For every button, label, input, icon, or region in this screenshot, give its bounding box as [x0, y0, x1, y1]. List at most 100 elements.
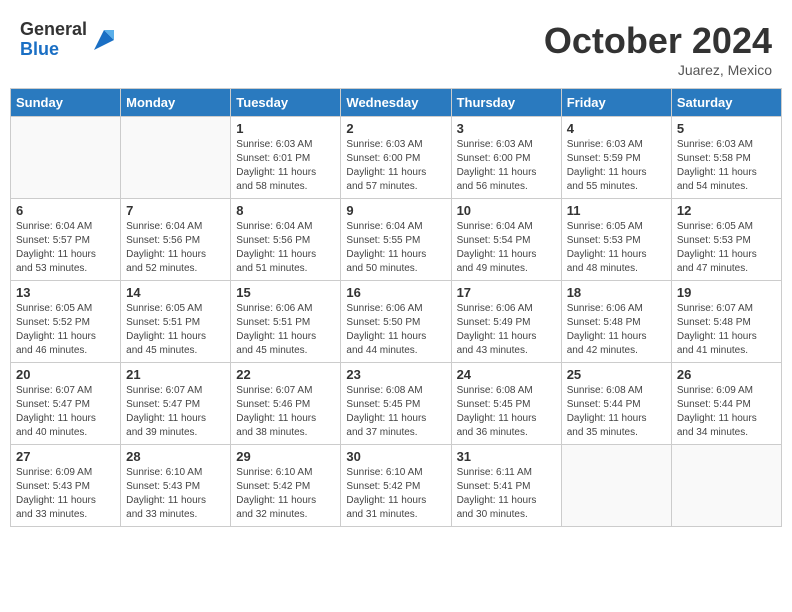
calendar-day: 14 Sunrise: 6:05 AM Sunset: 5:51 PM Dayli… — [121, 281, 231, 363]
day-number: 5 — [677, 121, 776, 136]
calendar-day: 2 Sunrise: 6:03 AM Sunset: 6:00 PM Daylig… — [341, 117, 451, 199]
calendar-day: 5 Sunrise: 6:03 AM Sunset: 5:58 PM Daylig… — [671, 117, 781, 199]
day-number: 8 — [236, 203, 335, 218]
calendar-day: 22 Sunrise: 6:07 AM Sunset: 5:46 PM Dayli… — [231, 363, 341, 445]
calendar-day: 16 Sunrise: 6:06 AM Sunset: 5:50 PM Dayli… — [341, 281, 451, 363]
day-info: Sunrise: 6:07 AM Sunset: 5:48 PM Dayligh… — [677, 302, 776, 358]
day-header-friday: Friday — [561, 89, 671, 117]
calendar-day: 7 Sunrise: 6:04 AM Sunset: 5:56 PM Daylig… — [121, 199, 231, 281]
day-number: 2 — [346, 121, 445, 136]
day-number: 19 — [677, 285, 776, 300]
day-number: 22 — [236, 367, 335, 382]
day-header-saturday: Saturday — [671, 89, 781, 117]
day-info: Sunrise: 6:06 AM Sunset: 5:51 PM Dayligh… — [236, 302, 335, 358]
day-info: Sunrise: 6:05 AM Sunset: 5:53 PM Dayligh… — [567, 220, 666, 276]
calendar-week-3: 13 Sunrise: 6:05 AM Sunset: 5:52 PM Dayli… — [11, 281, 782, 363]
calendar-day: 6 Sunrise: 6:04 AM Sunset: 5:57 PM Daylig… — [11, 199, 121, 281]
day-number: 10 — [457, 203, 556, 218]
day-number: 29 — [236, 449, 335, 464]
day-info: Sunrise: 6:10 AM Sunset: 5:42 PM Dayligh… — [236, 466, 335, 522]
logo: General Blue — [20, 20, 119, 60]
day-info: Sunrise: 6:07 AM Sunset: 5:46 PM Dayligh… — [236, 384, 335, 440]
day-info: Sunrise: 6:07 AM Sunset: 5:47 PM Dayligh… — [126, 384, 225, 440]
day-header-sunday: Sunday — [11, 89, 121, 117]
day-info: Sunrise: 6:06 AM Sunset: 5:50 PM Dayligh… — [346, 302, 445, 358]
day-info: Sunrise: 6:05 AM Sunset: 5:52 PM Dayligh… — [16, 302, 115, 358]
day-number: 16 — [346, 285, 445, 300]
header-row: SundayMondayTuesdayWednesdayThursdayFrid… — [11, 89, 782, 117]
day-info: Sunrise: 6:09 AM Sunset: 5:43 PM Dayligh… — [16, 466, 115, 522]
day-number: 20 — [16, 367, 115, 382]
page-header: General Blue October 2024 Juarez, Mexico — [10, 10, 782, 83]
calendar-day: 8 Sunrise: 6:04 AM Sunset: 5:56 PM Daylig… — [231, 199, 341, 281]
calendar-week-2: 6 Sunrise: 6:04 AM Sunset: 5:57 PM Daylig… — [11, 199, 782, 281]
day-info: Sunrise: 6:03 AM Sunset: 5:58 PM Dayligh… — [677, 138, 776, 194]
calendar-day — [671, 445, 781, 527]
calendar-day — [561, 445, 671, 527]
calendar-day: 10 Sunrise: 6:04 AM Sunset: 5:54 PM Dayli… — [451, 199, 561, 281]
day-number: 30 — [346, 449, 445, 464]
day-number: 12 — [677, 203, 776, 218]
day-number: 14 — [126, 285, 225, 300]
calendar-day: 12 Sunrise: 6:05 AM Sunset: 5:53 PM Dayli… — [671, 199, 781, 281]
day-info: Sunrise: 6:11 AM Sunset: 5:41 PM Dayligh… — [457, 466, 556, 522]
day-info: Sunrise: 6:04 AM Sunset: 5:54 PM Dayligh… — [457, 220, 556, 276]
calendar-day: 27 Sunrise: 6:09 AM Sunset: 5:43 PM Dayli… — [11, 445, 121, 527]
calendar-day: 17Sunrise: 6:06 AM Sunset: 5:49 PM Dayli… — [451, 281, 561, 363]
calendar-day: 19 Sunrise: 6:07 AM Sunset: 5:48 PM Dayli… — [671, 281, 781, 363]
calendar-day — [121, 117, 231, 199]
day-info: Sunrise: 6:04 AM Sunset: 5:55 PM Dayligh… — [346, 220, 445, 276]
month-title: October 2024 — [544, 20, 772, 62]
day-info: Sunrise: 6:10 AM Sunset: 5:42 PM Dayligh… — [346, 466, 445, 522]
day-header-wednesday: Wednesday — [341, 89, 451, 117]
day-number: 23 — [346, 367, 445, 382]
calendar-day: 24 Sunrise: 6:08 AM Sunset: 5:45 PM Dayli… — [451, 363, 561, 445]
calendar-day — [11, 117, 121, 199]
day-number: 27 — [16, 449, 115, 464]
day-info: Sunrise: 6:04 AM Sunset: 5:56 PM Dayligh… — [236, 220, 335, 276]
day-number: 13 — [16, 285, 115, 300]
day-number: 6 — [16, 203, 115, 218]
day-info: Sunrise: 6:08 AM Sunset: 5:45 PM Dayligh… — [457, 384, 556, 440]
calendar-day: 31 Sunrise: 6:11 AM Sunset: 5:41 PM Dayli… — [451, 445, 561, 527]
day-info: Sunrise: 6:06 AM Sunset: 5:48 PM Dayligh… — [567, 302, 666, 358]
day-number: 31 — [457, 449, 556, 464]
calendar-day: 3Sunrise: 6:03 AM Sunset: 6:00 PM Daylig… — [451, 117, 561, 199]
day-info: Sunrise: 6:04 AM Sunset: 5:56 PM Dayligh… — [126, 220, 225, 276]
title-section: October 2024 Juarez, Mexico — [544, 20, 772, 78]
day-number: 7 — [126, 203, 225, 218]
day-number: 26 — [677, 367, 776, 382]
calendar-day: 26Sunrise: 6:09 AM Sunset: 5:44 PM Dayli… — [671, 363, 781, 445]
calendar-day: 13 Sunrise: 6:05 AM Sunset: 5:52 PM Dayli… — [11, 281, 121, 363]
day-header-monday: Monday — [121, 89, 231, 117]
calendar-day: 18Sunrise: 6:06 AM Sunset: 5:48 PM Dayli… — [561, 281, 671, 363]
day-header-tuesday: Tuesday — [231, 89, 341, 117]
day-info: Sunrise: 6:05 AM Sunset: 5:53 PM Dayligh… — [677, 220, 776, 276]
logo-icon — [89, 25, 119, 55]
day-number: 24 — [457, 367, 556, 382]
calendar-day: 1Sunrise: 6:03 AM Sunset: 6:01 PM Daylig… — [231, 117, 341, 199]
day-info: Sunrise: 6:10 AM Sunset: 5:43 PM Dayligh… — [126, 466, 225, 522]
calendar-day: 9 Sunrise: 6:04 AM Sunset: 5:55 PM Daylig… — [341, 199, 451, 281]
day-info: Sunrise: 6:03 AM Sunset: 6:00 PM Dayligh… — [457, 138, 556, 194]
day-info: Sunrise: 6:03 AM Sunset: 6:00 PM Dayligh… — [346, 138, 445, 194]
day-info: Sunrise: 6:05 AM Sunset: 5:51 PM Dayligh… — [126, 302, 225, 358]
calendar-day: 23 Sunrise: 6:08 AM Sunset: 5:45 PM Dayli… — [341, 363, 451, 445]
location-subtitle: Juarez, Mexico — [544, 62, 772, 78]
logo-general: General — [20, 20, 87, 40]
calendar-day: 11Sunrise: 6:05 AM Sunset: 5:53 PM Dayli… — [561, 199, 671, 281]
day-info: Sunrise: 6:04 AM Sunset: 5:57 PM Dayligh… — [16, 220, 115, 276]
day-info: Sunrise: 6:03 AM Sunset: 6:01 PM Dayligh… — [236, 138, 335, 194]
calendar-day: 21Sunrise: 6:07 AM Sunset: 5:47 PM Dayli… — [121, 363, 231, 445]
calendar-day: 28Sunrise: 6:10 AM Sunset: 5:43 PM Dayli… — [121, 445, 231, 527]
day-number: 25 — [567, 367, 666, 382]
calendar-day: 4Sunrise: 6:03 AM Sunset: 5:59 PM Daylig… — [561, 117, 671, 199]
calendar-day: 25 Sunrise: 6:08 AM Sunset: 5:44 PM Dayli… — [561, 363, 671, 445]
day-number: 9 — [346, 203, 445, 218]
day-info: Sunrise: 6:08 AM Sunset: 5:44 PM Dayligh… — [567, 384, 666, 440]
day-number: 17 — [457, 285, 556, 300]
calendar-week-4: 20 Sunrise: 6:07 AM Sunset: 5:47 PM Dayli… — [11, 363, 782, 445]
calendar-week-1: 1Sunrise: 6:03 AM Sunset: 6:01 PM Daylig… — [11, 117, 782, 199]
day-info: Sunrise: 6:08 AM Sunset: 5:45 PM Dayligh… — [346, 384, 445, 440]
day-header-thursday: Thursday — [451, 89, 561, 117]
